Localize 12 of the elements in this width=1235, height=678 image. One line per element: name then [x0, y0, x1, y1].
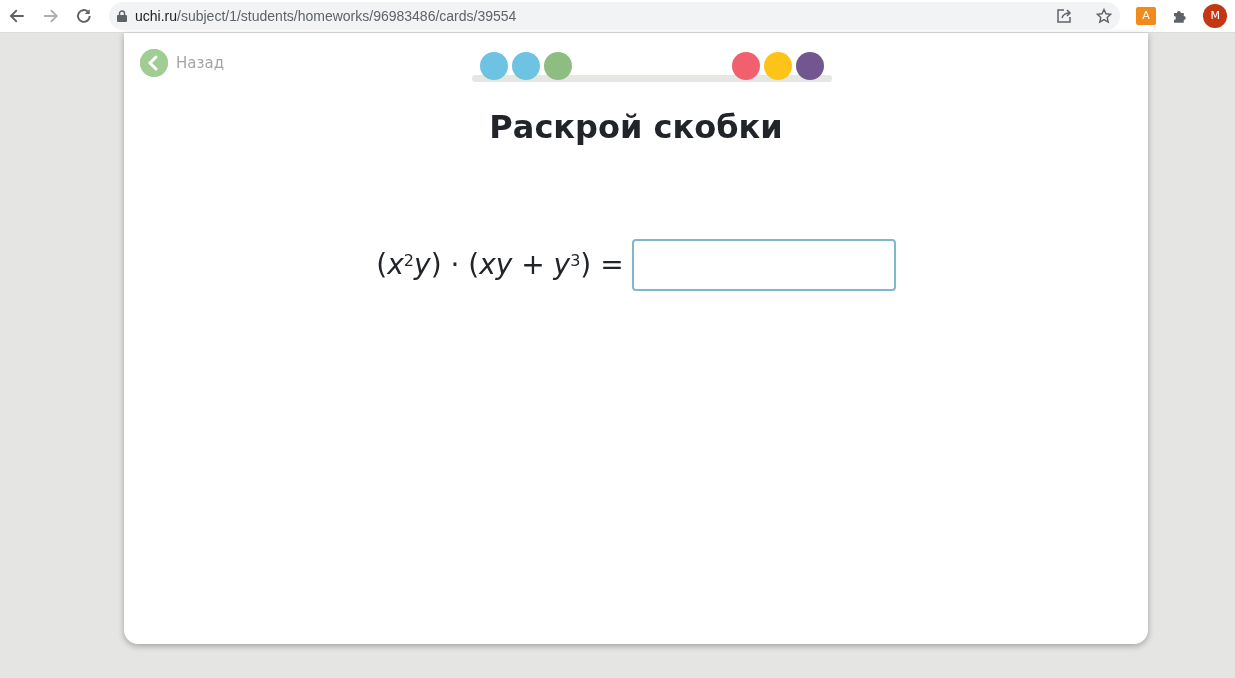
back-arrow-icon[interactable] — [8, 7, 26, 25]
reload-icon[interactable] — [75, 7, 93, 25]
address-bar[interactable]: uchi.ru/subject/1/students/homeworks/96983486/cards/39554 — [109, 2, 1121, 30]
answer-field[interactable] — [631, 239, 896, 291]
url-text: uchi.ru/subject/1/students/homeworks/96983486/cards/39554 — [135, 6, 518, 26]
math-expression: (x$^{2}$y) · (xy + y$^{3}$) = — [376, 247, 624, 283]
star-icon[interactable] — [1096, 8, 1113, 24]
profile-avatar[interactable]: M — [1203, 4, 1227, 28]
share-icon[interactable] — [1056, 8, 1073, 24]
task-title: Раскрой скобки — [488, 107, 784, 148]
lock-icon — [117, 10, 127, 22]
puzzle-icon[interactable] — [1171, 8, 1188, 24]
